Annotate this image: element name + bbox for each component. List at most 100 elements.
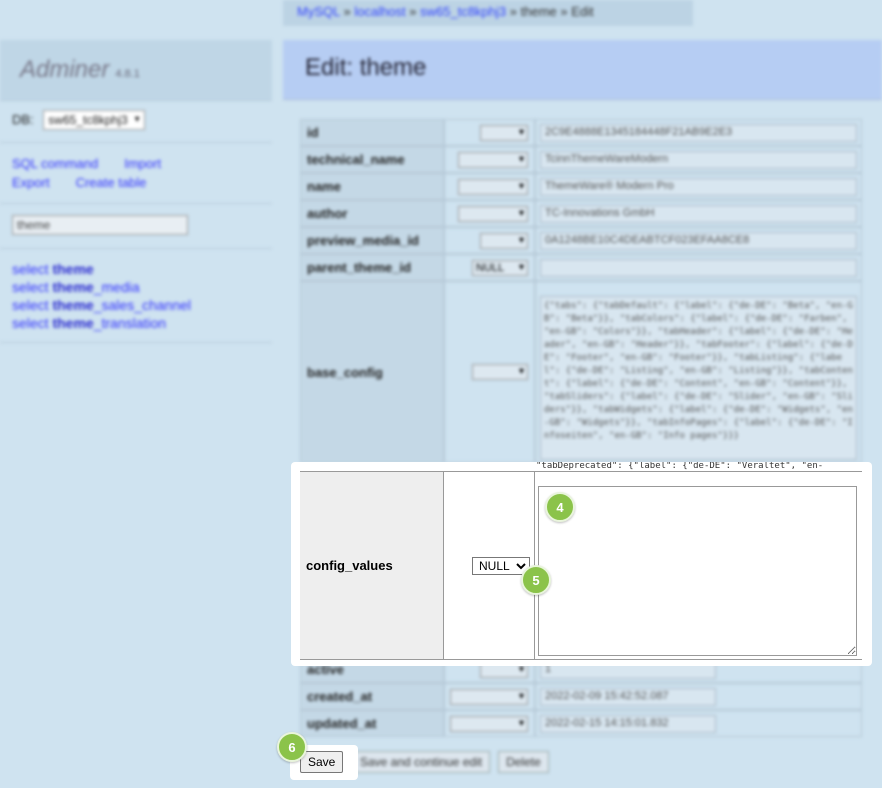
table-name-bold: theme [52,297,94,313]
menu-divider [0,248,272,249]
field-value: 0A1248BE10C4DEABTCF023EFAA8CE8 [535,227,862,254]
breadcrumb-separator: » [509,4,517,19]
table-name-suffix: _media [93,279,140,295]
breadcrumb-link-mysql[interactable]: MySQL [297,4,340,19]
select-link[interactable]: select [12,279,52,295]
field-value [535,472,862,659]
select-link[interactable]: select [12,261,52,277]
null-function-select[interactable]: NULL [472,556,530,575]
function-select[interactable] [480,124,528,141]
step-marker-6: 6 [277,732,307,762]
form-buttons: Save and continue edit Delete [352,751,557,773]
breadcrumb-separator: » [343,4,351,19]
field-function [444,146,535,173]
created-at-input[interactable]: 2022-02-09 15:42:52.087 [540,687,716,706]
field-row-created-at: created_at 2022-02-09 15:42:52.087 [300,683,862,710]
page-title-bar: Edit: theme [283,40,882,100]
tables-list: select theme select theme_media select t… [12,260,191,332]
breadcrumb-separator: » [560,4,568,19]
field-name: name [300,173,444,200]
field-value: 2022-02-09 15:42:52.087 [535,683,862,710]
field-function [444,227,535,254]
field-value: ThemeWare® Modern Pro [535,173,862,200]
table-link-theme[interactable]: select theme [12,260,191,278]
field-name: parent_theme_id [300,254,444,281]
app-logo[interactable]: Adminer 4.8.1 [0,40,272,100]
field-name: preview_media_id [300,227,444,254]
save-and-continue-button[interactable]: Save and continue edit [352,751,491,773]
delete-button[interactable]: Delete [498,751,549,773]
field-name-config-values: config_values [300,472,444,659]
technical-name-input[interactable]: TcinnThemeWareModern [540,150,857,169]
db-select[interactable]: sw65_tc8kphj3 [43,110,145,130]
table-link-theme-media[interactable]: select theme_media [12,278,191,296]
field-value: TC-Innovations GmbH [535,200,862,227]
field-value [535,254,862,281]
breadcrumb-separator: » [409,4,417,19]
name-input[interactable]: ThemeWare® Modern Pro [540,177,857,196]
field-row-updated-at: updated_at 2022-02-15 14:15:01.832 [300,710,862,737]
updated-at-input[interactable]: 2022-02-15 14:15:01.832 [540,714,716,733]
table-link-theme-translation[interactable]: select theme_translation [12,314,191,332]
step-marker-5: 5 [521,565,551,595]
menu-links: SQL command Import Export Create table [12,154,187,192]
field-row-name: name ThemeWare® Modern Pro [300,173,862,200]
function-select[interactable] [480,232,528,249]
sql-command-link[interactable]: SQL command [12,156,98,171]
import-link[interactable]: Import [124,156,161,171]
field-name: id [300,119,444,146]
table-name-suffix: _sales_channel [93,297,191,313]
table-filter-input[interactable]: theme [12,215,188,235]
field-function [444,173,535,200]
field-function: NULL [444,254,535,281]
field-name: created_at [300,683,444,710]
save-button[interactable]: Save [300,751,344,773]
table-name-suffix: _translation [93,315,167,331]
field-name: author [300,200,444,227]
base-config-peek: "tabDeprecated": {"label": {"de-DE": "Ve… [291,462,872,472]
breadcrumb-link-database[interactable]: sw65_tc8kphj3 [420,4,506,19]
highlight-panel: "tabDeprecated": {"label": {"de-DE": "Ve… [291,462,872,666]
db-selector: DB: sw65_tc8kphj3 [12,110,145,130]
author-input[interactable]: TC-Innovations GmbH [540,204,857,223]
db-label: DB: [12,112,34,127]
parent-theme-id-input[interactable] [540,258,857,277]
base-config-textarea[interactable]: {"tabs": {"tabDefault": {"label": {"de-D… [540,296,857,460]
field-value: TcinnThemeWareModern [535,146,862,173]
function-select[interactable] [458,178,528,195]
breadcrumb-table: theme [520,4,557,19]
table-link-theme-sales-channel[interactable]: select theme_sales_channel [12,296,191,314]
field-value: {"tabs": {"tabDefault": {"label": {"de-D… [535,281,862,463]
function-select[interactable] [458,205,528,222]
select-link[interactable]: select [12,315,52,331]
field-name: technical_name [300,146,444,173]
page-title: Edit: theme [305,54,427,81]
table-name-bold: theme [52,261,94,277]
function-select[interactable] [472,364,528,380]
field-function [444,683,535,710]
create-table-link[interactable]: Create table [76,175,147,190]
field-function: NULL [444,472,535,659]
field-function [444,281,535,463]
field-function [444,119,535,146]
menu-divider [0,142,272,143]
table-name-bold: theme [52,315,94,331]
config-values-textarea[interactable] [538,486,857,656]
function-select[interactable] [458,151,528,168]
id-input[interactable]: 2C9E4888E1345184448F21AB9E2E3 [540,123,857,142]
export-link[interactable]: Export [12,175,50,190]
breadcrumb-link-server[interactable]: localhost [354,4,405,19]
field-row-base-config: base_config {"tabs": {"tabDefault": {"la… [300,281,862,463]
function-select[interactable] [450,715,528,732]
breadcrumb-current: Edit [571,4,594,19]
table-name-bold: theme [52,279,94,295]
field-row-id: id 2C9E4888E1345184448F21AB9E2E3 [300,119,862,146]
menu-divider [0,100,272,101]
app-version: 4.8.1 [115,68,140,80]
field-function [444,200,535,227]
field-row-preview-media-id: preview_media_id 0A1248BE10C4DEABTCF023E… [300,227,862,254]
function-select[interactable]: NULL [472,259,528,276]
select-link[interactable]: select [12,297,52,313]
preview-media-id-input[interactable]: 0A1248BE10C4DEABTCF023EFAA8CE8 [540,231,857,250]
function-select[interactable] [450,688,528,705]
